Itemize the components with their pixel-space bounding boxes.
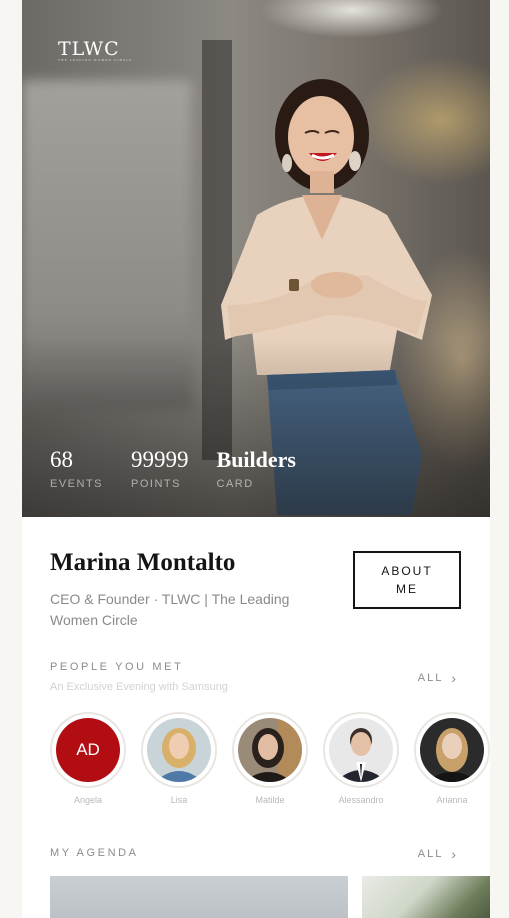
people-all-link[interactable]: ALL › [417,669,458,686]
stat-points: 99999 POINTS [131,446,189,490]
person-item-alessandro[interactable]: Alessandro [323,712,399,805]
agenda-card-2[interactable] [362,876,490,918]
profile-name: Marina Montalto [50,549,236,576]
stat-points-value: 99999 [131,447,189,472]
about-me-button[interactable]: ABOUT ME [353,551,461,609]
person-name: Angela [73,795,103,805]
chevron-right-icon: › [451,845,458,862]
person-name: Matilde [255,795,285,805]
avatar: AD [56,718,120,782]
stat-card-label: CARD [216,478,254,490]
avatar-ring [232,712,308,788]
agenda-all-label: ALL [417,848,444,860]
avatar-photo [420,718,484,782]
agenda-card-1[interactable] [50,876,348,918]
hero-bottom-shade [22,337,490,517]
stat-events-value: 68 [50,447,73,472]
stat-card: Builders CARD [217,446,296,490]
stat-events-label: EVENTS [50,478,104,490]
agenda-section-title: MY AGENDA [50,847,139,859]
stat-events: 68 EVENTS [50,446,103,490]
person-name: Arianna [436,795,468,805]
avatar-ring [414,712,490,788]
avatar-photo [238,718,302,782]
brand-logo: TLWC THE LEADING WOMEN CIRCLE [58,38,132,62]
profile-hero-image: TLWC THE LEADING WOMEN CIRCLE 68 EVENTS … [22,0,490,517]
brand-logo-subtitle: THE LEADING WOMEN CIRCLE [58,58,133,62]
app-screen: TLWC THE LEADING WOMEN CIRCLE 68 EVENTS … [22,0,490,918]
avatar [329,718,393,782]
people-all-label: ALL [417,672,444,684]
person-name: Lisa [170,795,188,805]
brand-logo-text: TLWC [58,38,120,60]
person-item-lisa[interactable]: Lisa [141,712,217,805]
person-item-arianna[interactable]: Arianna [414,712,490,805]
people-section-title: PEOPLE YOU MET [50,661,184,673]
avatar-ring [323,712,399,788]
avatar-ring: AD [50,712,126,788]
stat-card-value: Builders [216,447,296,472]
avatar-photo [329,718,393,782]
chevron-right-icon: › [451,669,458,686]
profile-stats: 68 EVENTS 99999 POINTS Builders CARD [50,446,324,490]
profile-role: CEO & Founder · TLWC | The Leading Women… [50,591,290,628]
person-item-angela[interactable]: AD Angela [50,712,126,805]
avatar [420,718,484,782]
people-section-subtitle: An Exclusive Evening with Samsung [50,681,228,693]
person-name: Alessandro [338,795,384,805]
person-item-matilde[interactable]: Matilde [232,712,308,805]
agenda-all-link[interactable]: ALL › [417,845,458,862]
avatar-ring [141,712,217,788]
stat-points-label: POINTS [131,478,181,490]
avatar [147,718,211,782]
avatar-photo [147,718,211,782]
avatar [238,718,302,782]
people-carousel[interactable]: AD Angela Lisa Matilde Alessandro Ariann… [50,712,490,812]
